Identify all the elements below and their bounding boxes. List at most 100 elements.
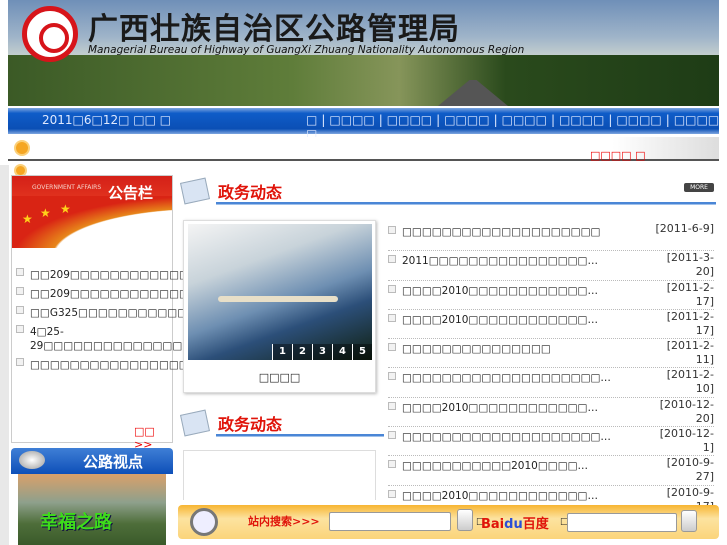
news-title[interactable]: □□□□2010□□□□□□□□□□□□…: [402, 489, 652, 503]
bridge: [218, 296, 338, 302]
marquee-text[interactable]: □□□□ □: [590, 149, 645, 162]
slide-page-button[interactable]: 1: [272, 344, 292, 360]
bullet-icon: [388, 343, 396, 352]
news-item[interactable]: □□□□2010□□□□□□□□□□□□… [2010-12-20]: [388, 397, 714, 428]
news-item[interactable]: 2011□□□□□□□□□□□□□□□□… [2011-3-20]: [388, 251, 714, 281]
search-bar: 站内搜索>>> □ Baidu百度 □: [178, 505, 719, 539]
news-date: [2010-12-20]: [659, 397, 714, 425]
slideshow-pager: 12345: [272, 344, 372, 360]
notice-list: □□209□□□□□□□□□□□□□□□□□ □□209□□□□□□□□□□□□□…: [16, 268, 321, 377]
news-item[interactable]: □□□□□□□□□□□2010□□□□… [2010-9-27]: [388, 456, 714, 486]
bullet-icon: [388, 255, 396, 264]
news-title[interactable]: □□□□□□□□□□□□□□□□□□□□…: [402, 371, 652, 385]
banner-scenery: [8, 55, 719, 106]
news-title[interactable]: □□□□□□□□□□□□□□□□□□□□…: [402, 430, 652, 444]
section-header-news: 政务动态: [178, 176, 718, 206]
notice-item[interactable]: □□209□□□□□□□□□□□□□□□: [16, 287, 219, 301]
news-date: [2011-2-11]: [666, 339, 714, 367]
news-date: [2010-9-27]: [666, 456, 714, 484]
section-title: 政务动态: [218, 183, 283, 202]
baidu-search-input[interactable]: [567, 513, 677, 532]
slide-page-button[interactable]: 4: [332, 344, 352, 360]
notice-item[interactable]: □□G325□□□□□□□□□□□□: [16, 306, 197, 320]
weather-sun-icon: [16, 142, 28, 154]
baidu-text: Bai: [481, 517, 505, 532]
notice-header: GOVERNMENT AFFAIRS 公告栏 ★ ★ ★: [12, 176, 172, 248]
newspaper-icon: [179, 409, 211, 437]
baidu-logo: Baidu百度: [481, 513, 549, 532]
bullet-icon: [16, 325, 24, 333]
notice-header-decoration: [12, 196, 172, 248]
news-title[interactable]: □□□□□□□□□□□2010□□□□…: [402, 459, 652, 473]
news-list: □□□□□□□□□□□□□□□□□□□□ [2011-6-9] 2011□□□□□□…: [388, 222, 714, 515]
magnifier-icon: [190, 508, 218, 536]
current-date: 2011□6□12□ □□ □: [42, 113, 172, 127]
news-title[interactable]: □□□□□□□□□□□□□□□: [402, 342, 652, 356]
news-item[interactable]: □□□□2010□□□□□□□□□□□□… [2011-2-17]: [388, 309, 714, 340]
news-item[interactable]: □□□□2010□□□□□□□□□□□□… [2011-2-17]: [388, 281, 714, 310]
bullet-icon: [388, 489, 396, 498]
weather-sun-icon: [16, 166, 25, 175]
bullet-icon: [388, 401, 396, 410]
section-underline: [216, 202, 716, 205]
news-date: [2011-2-10]: [666, 368, 714, 396]
slide-page-button[interactable]: 2: [292, 344, 312, 360]
news-title[interactable]: □□□□2010□□□□□□□□□□□□…: [402, 401, 652, 415]
baidu-paw: du: [504, 517, 523, 532]
notice-item-title: □□G325□□□□□□□□□□□□: [30, 307, 198, 319]
news-title[interactable]: 2011□□□□□□□□□□□□□□□□…: [402, 254, 652, 268]
road-view-title: 公路视点: [83, 453, 144, 471]
gov-label: GOVERNMENT AFFAIRS: [32, 184, 102, 191]
road-view-image[interactable]: 幸福之路: [18, 474, 166, 545]
site-search-label: 站内搜索>>>: [248, 515, 320, 528]
star-icon: ★: [40, 206, 51, 220]
bullet-icon: [16, 358, 24, 366]
news-date: [2011-2-17]: [666, 280, 714, 308]
photo-slideshow: 12345 □□□□: [183, 220, 376, 393]
news-date: [2011-2-17]: [666, 309, 714, 337]
slideshow-caption[interactable]: □□□□: [184, 371, 375, 384]
news-item[interactable]: □□□□□□□□□□□□□□□ [2011-2-11]: [388, 339, 714, 369]
site-search-input[interactable]: [329, 512, 451, 531]
news-item[interactable]: □□□□□□□□□□□□□□□□□□□□… [2011-2-10]: [388, 368, 714, 398]
notice-item[interactable]: □□209□□□□□□□□□□□□□□□□□: [16, 268, 239, 282]
notice-item[interactable]: □□□□□□□□□□□□□□□□□□□□□□: [16, 358, 248, 372]
news-item[interactable]: □□□□□□□□□□□□□□□□□□□□… [2010-12-1]: [388, 427, 714, 457]
site-subtitle: Managerial Bureau of Highway of GuangXi …: [88, 44, 525, 56]
baidu-cn: 百度: [522, 517, 549, 532]
slide-page-button[interactable]: 3: [312, 344, 332, 360]
site-search-button[interactable]: [457, 509, 473, 531]
bullet-icon: [388, 313, 396, 322]
content-box: [183, 450, 376, 500]
news-title[interactable]: □□□□2010□□□□□□□□□□□□…: [402, 313, 652, 327]
bullet-icon: [388, 431, 396, 440]
star-icon: ★: [60, 202, 71, 216]
logo: [22, 6, 78, 62]
news-date: [2010-12-1]: [659, 427, 714, 455]
slideshow-image[interactable]: 12345: [188, 224, 372, 360]
notice-title: 公告栏: [108, 184, 154, 202]
news-title[interactable]: □□□□2010□□□□□□□□□□□□…: [402, 284, 652, 298]
news-title[interactable]: □□□□□□□□□□□□□□□□□□□□: [402, 225, 652, 239]
news-item[interactable]: □□□□□□□□□□□□□□□□□□□□ [2011-6-9]: [388, 222, 714, 252]
notice-item[interactable]: 4□25-29□□□□□□□□□□□□□□□□□□□□□□□□□□□□: [16, 325, 321, 353]
road-view-header: 公路视点: [11, 448, 173, 474]
section-underline: [216, 434, 384, 437]
header-banner: 广西壮族自治区公路管理局 Managerial Bureau of Highwa…: [8, 0, 719, 106]
left-margin: [0, 165, 9, 545]
baidu-search-button[interactable]: [681, 510, 697, 532]
newspaper-icon: [179, 177, 211, 205]
weather-strip: □□□□ □: [8, 137, 719, 162]
news-date: [2011-6-9]: [655, 222, 714, 235]
bullet-icon: [16, 268, 24, 276]
bullet-icon: [16, 287, 24, 295]
notice-board: GOVERNMENT AFFAIRS 公告栏 ★ ★ ★ □□209□□□□□□…: [11, 175, 321, 451]
more-button[interactable]: MORE: [684, 183, 714, 192]
slide-page-button[interactable]: 5: [352, 344, 372, 360]
bullet-icon: [388, 226, 396, 234]
bullet-icon: [16, 306, 24, 314]
star-icon: ★: [22, 212, 33, 226]
nav-bar: 2011□6□12□ □□ □ □ □ | □□□□ | □□□□ | □□□□ | □□□□ |…: [8, 108, 719, 141]
section-title: 政务动态: [218, 415, 283, 434]
bullet-icon: [388, 284, 396, 293]
